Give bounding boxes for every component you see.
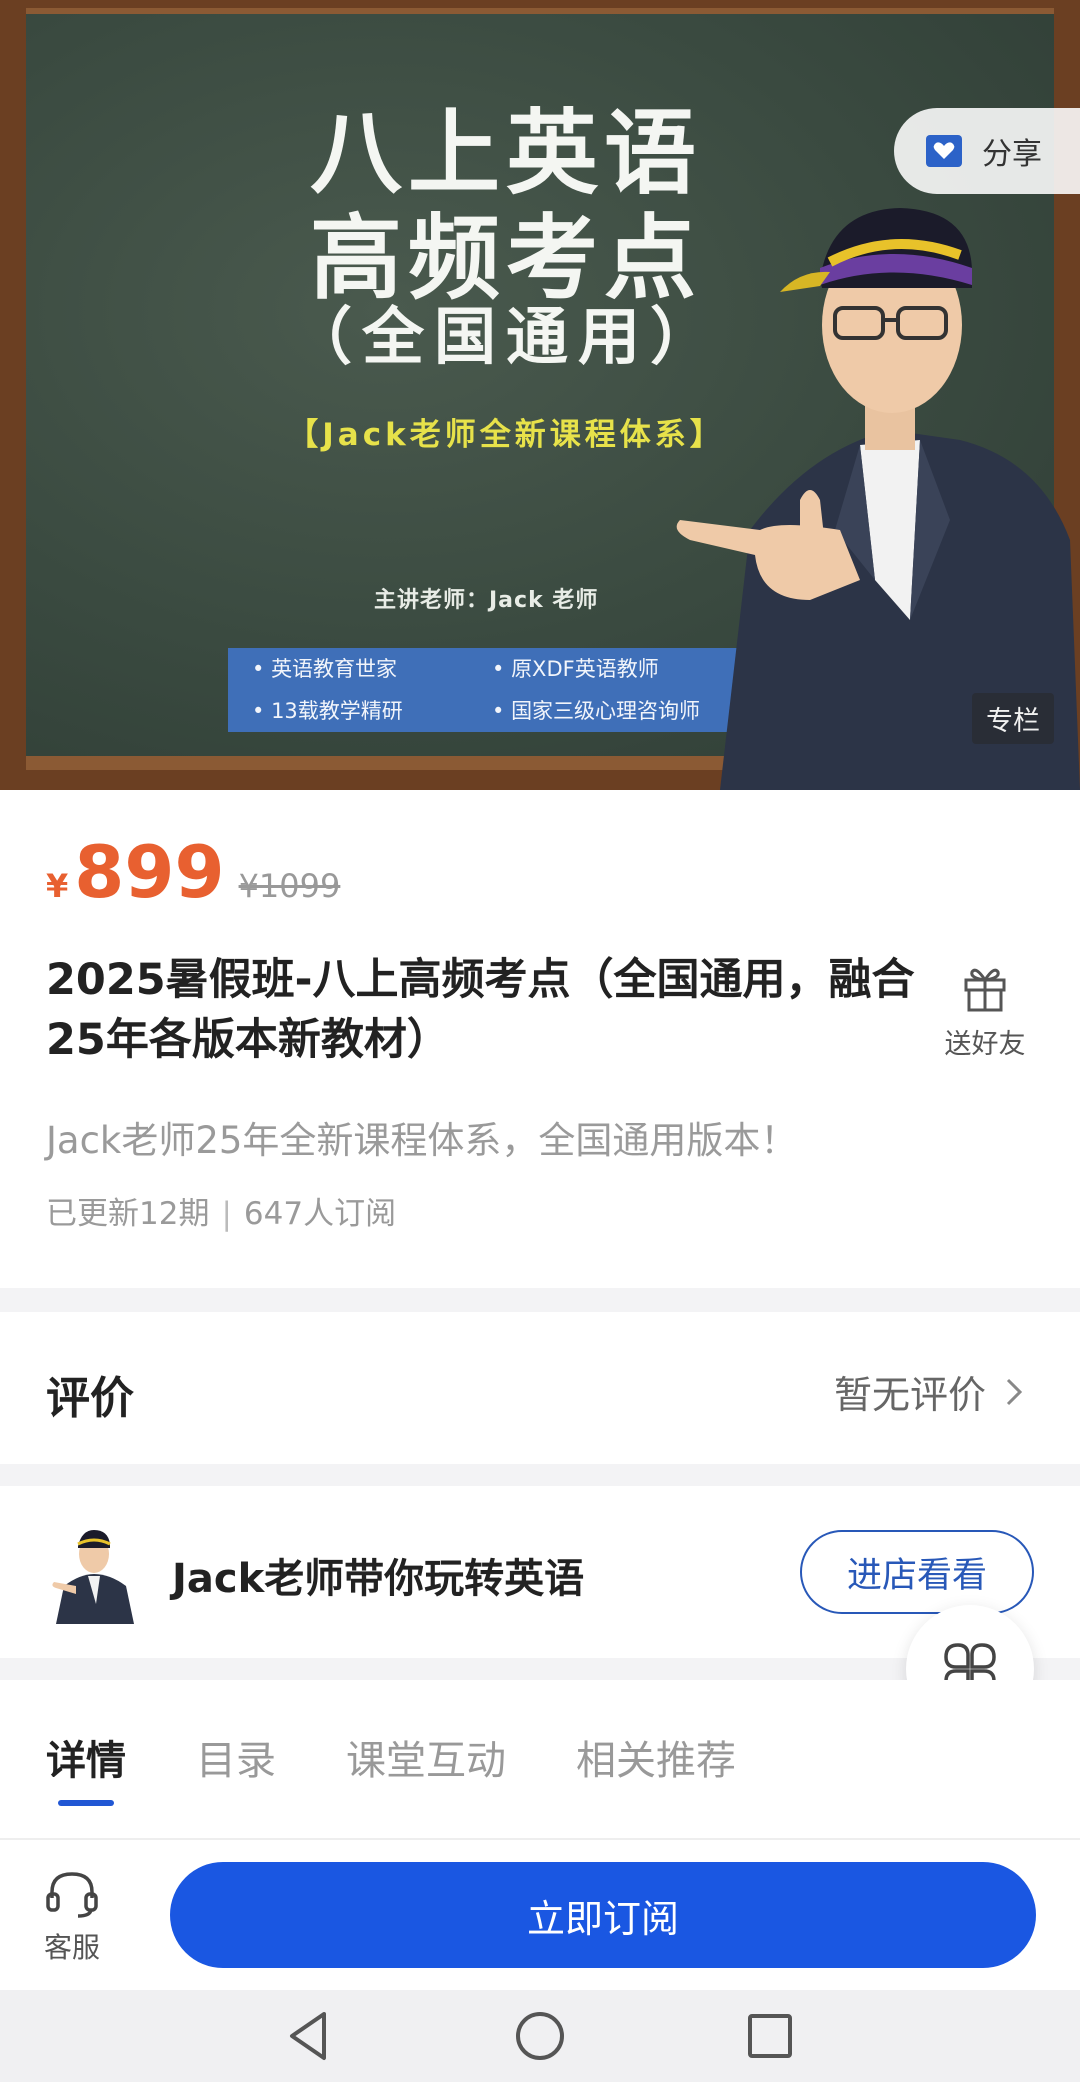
banner-tag: 13载教学精研: [252, 690, 492, 732]
review-status: 暂无评价: [833, 1373, 986, 1417]
system-navigation-bar: [0, 1990, 1080, 2082]
gift-icon: [964, 968, 1006, 1012]
subscriber-count: 647人订阅: [243, 1196, 397, 1232]
chevron-right-icon: [1006, 1378, 1023, 1405]
update-count: 已更新12期: [46, 1196, 210, 1232]
recent-apps-icon[interactable]: [744, 2010, 796, 2062]
review-heading: 评价: [46, 1373, 134, 1424]
shop-name: Jack老师带你玩转英语: [172, 1556, 585, 1602]
customer-service-button[interactable]: 客服: [36, 1868, 108, 1966]
gift-to-friend-button[interactable]: 送好友: [930, 960, 1040, 1061]
meta-separator: |: [221, 1196, 232, 1232]
share-button[interactable]: 分享: [894, 108, 1080, 194]
share-label: 分享: [982, 137, 1042, 172]
shop-avatar: [52, 1530, 134, 1624]
banner-tag: 英语教育世家: [252, 648, 492, 690]
course-detail-page: 八上英语 高频考点 （全国通用） 【Jack老师全新课程体系】 主讲老师：Jac…: [0, 0, 1080, 2082]
currency-symbol: ¥: [46, 867, 69, 905]
course-description: Jack老师25年全新课程体系，全国通用版本！: [46, 1119, 798, 1162]
tab-details[interactable]: 详情: [46, 1728, 126, 1786]
tab-classroom-interaction[interactable]: 课堂互动: [346, 1728, 506, 1786]
visit-shop-button[interactable]: 进店看看: [800, 1530, 1034, 1614]
tab-catalog[interactable]: 目录: [196, 1728, 276, 1786]
active-tab-indicator: [58, 1800, 114, 1806]
price-row: ¥ 899 ¥1099: [46, 830, 340, 914]
headset-icon: [46, 1872, 98, 1918]
course-title: 2025暑假班-八上高频考点（全国通用，融合25年各版本新教材）: [46, 955, 915, 1065]
course-meta: 已更新12期 | 647人订阅: [46, 1188, 396, 1233]
bottom-action-bar: 客服 立即订阅: [0, 1840, 1080, 1990]
detail-tabs: 详情 目录 课堂互动 相关推荐: [0, 1680, 1080, 1840]
subscribe-button[interactable]: 立即订阅: [170, 1862, 1036, 1968]
home-icon[interactable]: [514, 2010, 566, 2062]
tab-recommendations[interactable]: 相关推荐: [576, 1728, 736, 1786]
original-price: ¥1099: [238, 867, 341, 905]
current-price: 899: [74, 830, 225, 914]
share-icon: [926, 135, 962, 167]
course-banner: 八上英语 高频考点 （全国通用） 【Jack老师全新课程体系】 主讲老师：Jac…: [0, 0, 1080, 790]
review-section[interactable]: 评价 暂无评价: [0, 1312, 1080, 1464]
product-info: ¥ 899 ¥1099 2025暑假班-八上高频考点（全国通用，融合25年各版本…: [0, 790, 1080, 1288]
review-link[interactable]: 暂无评价: [834, 1364, 1024, 1419]
back-icon[interactable]: [284, 2010, 334, 2062]
gift-label: 送好友: [944, 1029, 1026, 1060]
banner-teacher: 主讲老师：Jack 老师: [374, 588, 599, 613]
customer-service-label: 客服: [43, 1931, 100, 1964]
column-badge: 专栏: [972, 693, 1054, 744]
